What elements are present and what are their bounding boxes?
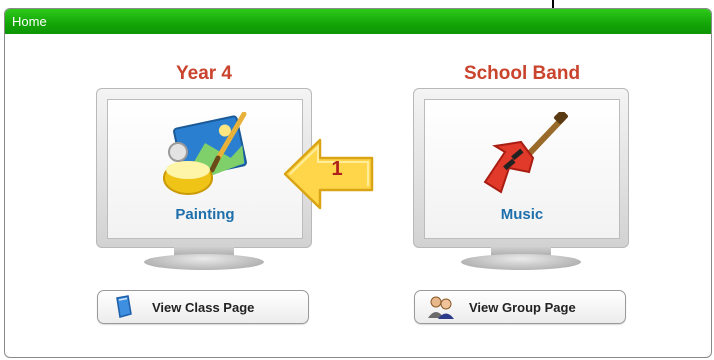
class-book-icon xyxy=(110,295,138,319)
group-monitor-tile[interactable]: Music xyxy=(413,88,629,276)
callout-number: 1 xyxy=(331,158,343,180)
monitor-bezel: Music xyxy=(413,88,629,248)
class-monitor-tile[interactable]: Painting xyxy=(96,88,312,276)
monitor-stand xyxy=(461,254,581,270)
painting-palette-icon xyxy=(163,112,247,195)
screen-label-painting: Painting xyxy=(175,206,235,223)
electric-guitar-icon xyxy=(483,112,568,194)
group-people-icon xyxy=(427,295,455,319)
view-group-page-button[interactable]: View Group Page xyxy=(414,290,626,324)
monitor-stand xyxy=(144,254,264,270)
title-bar: Home xyxy=(5,9,711,34)
card-title-year4: Year 4 xyxy=(176,63,232,84)
view-class-page-label: View Class Page xyxy=(152,299,255,315)
card-title-school-band: School Band xyxy=(463,63,581,84)
monitor-bezel: Painting xyxy=(96,88,312,248)
view-group-page-label: View Group Page xyxy=(469,299,576,315)
monitor-screen: Music xyxy=(424,99,620,239)
window-title: Home xyxy=(12,14,47,29)
monitor-screen: Painting xyxy=(107,99,303,239)
view-class-page-button[interactable]: View Class Page xyxy=(97,290,309,324)
screen-label-music: Music xyxy=(500,206,544,223)
